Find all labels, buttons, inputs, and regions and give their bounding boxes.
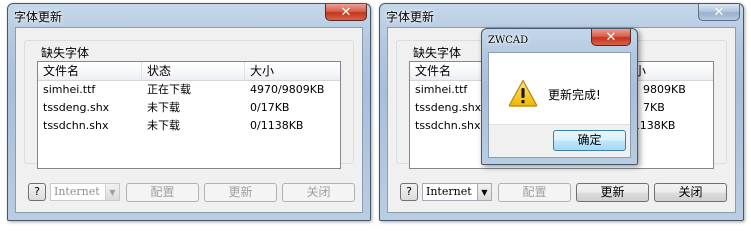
close-icon: ✕	[605, 29, 617, 45]
button-bar: ? Internet ▼ 配置 更新 关闭	[388, 180, 735, 204]
update-button[interactable]: 更新	[204, 183, 277, 202]
cell-size: 4970/9809KB	[250, 83, 325, 96]
column-header-filename[interactable]: 文件名	[38, 62, 142, 80]
source-select[interactable]: Internet ▼	[50, 183, 120, 201]
cell-status: 未下载	[147, 101, 180, 114]
dialog-client-area: 缺失字体 文件名 状态 大小 simhei.ttf 正在下载 4970/9809…	[15, 27, 363, 213]
font-list[interactable]: 文件名 状态 大小 simhei.ttf 正在下载 4970/9809KB ts…	[37, 61, 341, 169]
list-item[interactable]: tssdeng.shx 未下载 0/17KB	[38, 99, 340, 117]
cell-status: 未下载	[147, 119, 180, 132]
close-button[interactable]: 关闭	[654, 183, 727, 202]
cell-filename: simhei.ttf	[43, 83, 96, 96]
message-box-body: 更新完成! 确定	[488, 52, 631, 158]
window-title: 字体更新	[14, 10, 63, 24]
button-bar: ? Internet ▼ 配置 更新 关闭	[16, 180, 362, 204]
close-icon: ✕	[713, 4, 725, 20]
close-icon: ✕	[340, 4, 352, 20]
source-select-value: Internet	[54, 185, 100, 198]
message-box: ZWCAD ✕ 更新完成! 确定	[481, 28, 638, 165]
warning-icon	[508, 79, 538, 107]
list-item[interactable]: simhei.ttf 正在下载 4970/9809KB	[38, 81, 340, 99]
close-button[interactable]: 关闭	[282, 183, 355, 202]
cell-filename: tssdchn.shx	[43, 119, 109, 132]
help-button[interactable]: ?	[28, 183, 46, 201]
title-bar[interactable]: 字体更新 ✕	[380, 4, 743, 26]
group-label: 缺失字体	[39, 44, 92, 61]
cell-status: 正在下载	[147, 83, 191, 96]
configure-button[interactable]: 配置	[126, 183, 199, 202]
cell-filename: tssdeng.shx	[43, 101, 110, 114]
chevron-down-icon[interactable]: ▼	[477, 184, 491, 200]
message-box-close-button[interactable]: ✕	[591, 29, 631, 46]
group-label: 缺失字体	[411, 44, 464, 61]
message-box-title-bar[interactable]: ZWCAD ✕	[482, 29, 637, 51]
missing-fonts-group: 缺失字体 文件名 状态 大小 simhei.ttf 正在下载 4970/9809…	[24, 40, 354, 169]
window-title: 字体更新	[386, 10, 435, 24]
column-header-status[interactable]: 状态	[142, 62, 245, 80]
message-text: 更新完成!	[548, 88, 601, 102]
chevron-down-icon[interactable]: ▼	[105, 184, 119, 200]
message-box-title: ZWCAD	[488, 35, 529, 46]
ok-button[interactable]: 确定	[553, 130, 626, 151]
title-bar[interactable]: 字体更新 ✕	[8, 4, 370, 26]
source-select[interactable]: Internet ▼	[422, 183, 492, 201]
configure-button[interactable]: 配置	[498, 183, 571, 202]
help-button[interactable]: ?	[400, 183, 418, 201]
cell-size: 0/1138KB	[250, 119, 304, 132]
list-item[interactable]: tssdchn.shx 未下载 0/1138KB	[38, 117, 340, 135]
source-select-value: Internet	[426, 185, 472, 198]
close-window-button[interactable]: ✕	[325, 4, 367, 21]
font-update-window-left: 字体更新 ✕ 缺失字体 文件名 状态 大小 simhei.ttf 正在下载 49…	[7, 3, 371, 221]
message-box-footer: 确定	[489, 124, 630, 157]
column-header-size[interactable]: 大小	[245, 62, 340, 80]
cell-size: 0/17KB	[250, 101, 290, 114]
close-window-button[interactable]: ✕	[698, 4, 740, 21]
update-button[interactable]: 更新	[576, 183, 649, 202]
list-header: 文件名 状态 大小	[38, 62, 340, 81]
